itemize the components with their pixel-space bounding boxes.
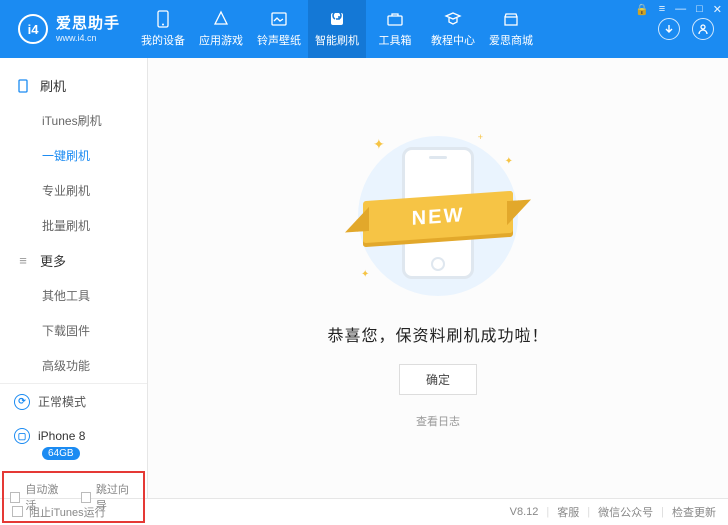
refresh-icon: ⟳ bbox=[14, 394, 30, 410]
sidebar-group-more[interactable]: ≡ 更多 bbox=[0, 243, 147, 278]
sidebar-item-batch-flash[interactable]: 批量刷机 bbox=[0, 208, 147, 243]
nav-toolbox[interactable]: 工具箱 bbox=[366, 0, 424, 58]
sidebar-item-pro-flash[interactable]: 专业刷机 bbox=[0, 173, 147, 208]
menu-icon[interactable]: ≡ bbox=[659, 3, 665, 16]
sidebar-item-other-tools[interactable]: 其他工具 bbox=[0, 278, 147, 313]
toolbox-icon bbox=[386, 10, 404, 28]
nav-my-device[interactable]: 我的设备 bbox=[134, 0, 192, 58]
nav-tutorials[interactable]: 教程中心 bbox=[424, 0, 482, 58]
sidebar-mode-row[interactable]: ⟳ 正常模式 bbox=[0, 384, 147, 419]
nav-label: 铃声壁纸 bbox=[257, 32, 301, 48]
wechat-link[interactable]: 微信公众号 bbox=[598, 504, 653, 520]
user-button[interactable] bbox=[692, 18, 714, 40]
storage-badge: 64GB bbox=[42, 447, 80, 460]
brand-title: 爱思助手 bbox=[56, 15, 120, 33]
store-icon bbox=[502, 10, 520, 28]
ok-button[interactable]: 确定 bbox=[399, 364, 477, 395]
phone-icon bbox=[16, 79, 30, 93]
maximize-icon[interactable]: □ bbox=[696, 3, 703, 16]
sidebar-device-storage: 64GB bbox=[0, 447, 147, 469]
support-link[interactable]: 客服 bbox=[557, 504, 579, 520]
brand-logo-icon: i4 bbox=[18, 14, 48, 44]
brand: i4 爱思助手 www.i4.cn bbox=[0, 0, 134, 58]
nav-label: 教程中心 bbox=[431, 32, 475, 48]
nav-label: 智能刷机 bbox=[315, 32, 359, 48]
nav-flash[interactable]: 智能刷机 bbox=[308, 0, 366, 58]
sidebar: 刷机 iTunes刷机 一键刷机 专业刷机 批量刷机 ≡ 更多 其他工具 下载固… bbox=[0, 58, 148, 498]
success-illustration: ✦ ✦ ✦ + NEW bbox=[343, 128, 533, 298]
nav-apps[interactable]: 应用游戏 bbox=[192, 0, 250, 58]
nav-label: 工具箱 bbox=[379, 32, 412, 48]
chk-label: 阻止iTunes运行 bbox=[29, 504, 106, 520]
sidebar-item-advanced[interactable]: 高级功能 bbox=[0, 348, 147, 383]
device-name: iPhone 8 bbox=[38, 429, 85, 443]
mode-label: 正常模式 bbox=[38, 393, 86, 410]
close-icon[interactable]: ✕ bbox=[713, 3, 722, 16]
window-controls: 🔒 ≡ — □ ✕ bbox=[635, 3, 722, 16]
sidebar-group-title: 刷机 bbox=[40, 76, 66, 95]
lock-icon[interactable]: 🔒 bbox=[635, 3, 649, 16]
sidebar-group-title: 更多 bbox=[40, 251, 66, 270]
sidebar-item-itunes-flash[interactable]: iTunes刷机 bbox=[0, 103, 147, 138]
main-content: ✦ ✦ ✦ + NEW 恭喜您，保资料刷机成功啦！ 确定 查看日志 bbox=[148, 58, 728, 498]
nav-ringtones[interactable]: 铃声壁纸 bbox=[250, 0, 308, 58]
device-icon bbox=[154, 10, 172, 28]
sidebar-group-flash[interactable]: 刷机 bbox=[0, 68, 147, 103]
sidebar-item-oneclick-flash[interactable]: 一键刷机 bbox=[0, 138, 147, 173]
tutorial-icon bbox=[444, 10, 462, 28]
flash-icon bbox=[328, 10, 346, 28]
nav-label: 应用游戏 bbox=[199, 32, 243, 48]
minimize-icon[interactable]: — bbox=[675, 3, 686, 16]
success-message: 恭喜您，保资料刷机成功啦！ bbox=[327, 322, 548, 346]
brand-url: www.i4.cn bbox=[56, 33, 120, 44]
nav-store[interactable]: 爱思商城 bbox=[482, 0, 540, 58]
download-button[interactable] bbox=[658, 18, 680, 40]
more-icon: ≡ bbox=[16, 254, 30, 268]
nav-label: 我的设备 bbox=[141, 32, 185, 48]
device-small-icon: ▢ bbox=[14, 428, 30, 444]
block-itunes-checkbox[interactable]: 阻止iTunes运行 bbox=[12, 504, 106, 520]
sidebar-item-download-firmware[interactable]: 下载固件 bbox=[0, 313, 147, 348]
apps-icon bbox=[212, 10, 230, 28]
app-header: i4 爱思助手 www.i4.cn 我的设备 应用游戏 铃声壁纸 智能刷机 工具… bbox=[0, 0, 728, 58]
version-label: V8.12 bbox=[510, 506, 539, 518]
update-link[interactable]: 检查更新 bbox=[672, 504, 716, 520]
view-log-link[interactable]: 查看日志 bbox=[416, 413, 460, 429]
top-nav: 我的设备 应用游戏 铃声壁纸 智能刷机 工具箱 教程中心 爱思商城 bbox=[134, 0, 658, 58]
wallpaper-icon bbox=[270, 10, 288, 28]
nav-label: 爱思商城 bbox=[489, 32, 533, 48]
